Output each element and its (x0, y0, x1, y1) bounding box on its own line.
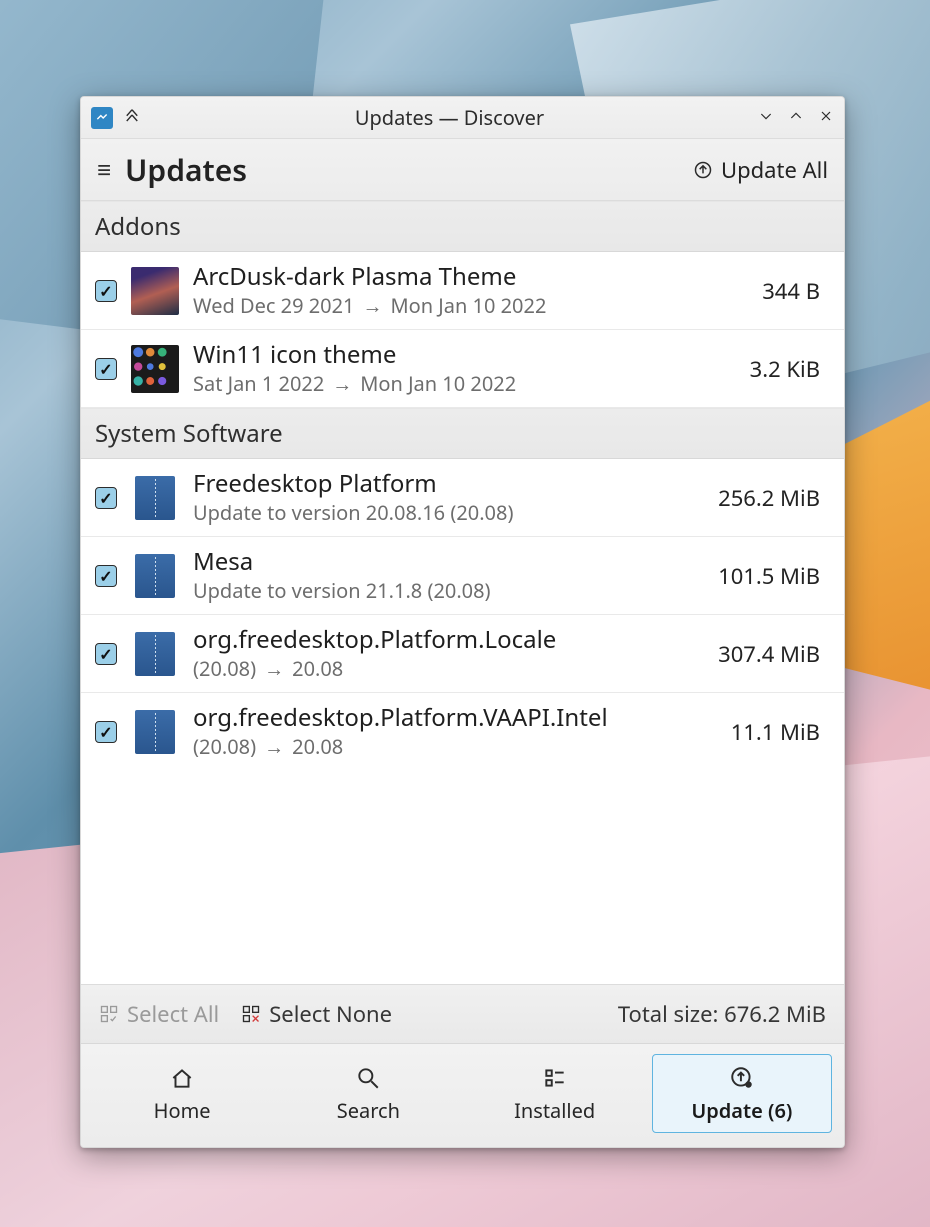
update-all-button[interactable]: Update All (693, 155, 828, 185)
package-name: org.freedesktop.Platform.VAAPI.Intel (193, 703, 717, 733)
package-subtitle: (20.08) → 20.08 (193, 733, 717, 760)
package-icon (135, 554, 175, 598)
package-subtitle: (20.08) → 20.08 (193, 655, 704, 682)
update-row[interactable]: Win11 icon theme Sat Jan 1 2022 → Mon Ja… (81, 330, 844, 408)
select-none-label: Select None (269, 999, 392, 1029)
package-name: Mesa (193, 547, 704, 577)
package-icon (131, 345, 179, 393)
nav-update[interactable]: Update (6) (652, 1054, 832, 1133)
package-name: org.freedesktop.Platform.Locale (193, 625, 704, 655)
menu-icon[interactable]: ≡ (97, 153, 111, 186)
package-name: Win11 icon theme (193, 340, 736, 370)
group-header-addons: Addons (81, 201, 844, 252)
arrow-right-icon: → (264, 655, 284, 682)
nav-update-label: Update (6) (691, 1097, 792, 1124)
package-icon (131, 267, 179, 315)
nav-home[interactable]: Home (93, 1054, 271, 1133)
package-icon (135, 476, 175, 520)
arrow-right-icon: → (363, 292, 383, 319)
discover-window: Updates — Discover ≡ Updates Update All … (80, 96, 845, 1148)
titlebar[interactable]: Updates — Discover (81, 97, 844, 139)
checkbox[interactable] (95, 358, 117, 380)
package-size: 256.2 MiB (718, 483, 830, 513)
package-subtitle: Update to version 21.1.8 (20.08) (193, 577, 704, 604)
maximize-button[interactable] (788, 107, 804, 129)
package-subtitle: Update to version 20.08.16 (20.08) (193, 499, 704, 526)
desktop-wallpaper: Updates — Discover ≡ Updates Update All … (0, 0, 930, 1227)
nav-home-label: Home (154, 1097, 211, 1124)
nav-installed-label: Installed (514, 1097, 595, 1124)
close-button[interactable] (818, 107, 834, 129)
checkbox[interactable] (95, 721, 117, 743)
package-size: 101.5 MiB (718, 561, 830, 591)
package-size: 344 B (762, 276, 830, 306)
checkbox[interactable] (95, 280, 117, 302)
nav-search-label: Search (337, 1097, 400, 1124)
update-row[interactable]: Mesa Update to version 21.1.8 (20.08) 10… (81, 537, 844, 615)
package-size: 3.2 KiB (750, 354, 830, 384)
update-all-label: Update All (721, 155, 828, 185)
nav-search[interactable]: Search (279, 1054, 457, 1133)
package-icon (135, 632, 175, 676)
minimize-button[interactable] (758, 107, 774, 129)
page-title: Updates (125, 149, 693, 190)
package-subtitle: Sat Jan 1 2022 → Mon Jan 10 2022 (193, 370, 736, 397)
package-icon (135, 710, 175, 754)
package-size: 307.4 MiB (718, 639, 830, 669)
arrow-right-icon: → (332, 370, 352, 397)
select-all-label: Select All (127, 999, 219, 1029)
select-none-button[interactable]: Select None (241, 999, 392, 1029)
update-row[interactable]: org.freedesktop.Platform.VAAPI.Intel (20… (81, 693, 844, 770)
update-row[interactable]: org.freedesktop.Platform.Locale (20.08) … (81, 615, 844, 693)
page-header: ≡ Updates Update All (81, 139, 844, 201)
package-size: 11.1 MiB (731, 717, 830, 747)
checkbox[interactable] (95, 487, 117, 509)
total-size-label: Total size: 676.2 MiB (618, 999, 826, 1029)
update-row[interactable]: ArcDusk-dark Plasma Theme Wed Dec 29 202… (81, 252, 844, 330)
window-title: Updates — Discover (141, 104, 758, 131)
package-subtitle: Wed Dec 29 2021 → Mon Jan 10 2022 (193, 292, 748, 319)
arrow-right-icon: → (264, 733, 284, 760)
selection-bar: Select All Select None Total size: 676.2… (81, 984, 844, 1043)
package-name: ArcDusk-dark Plasma Theme (193, 262, 748, 292)
group-header-system: System Software (81, 408, 844, 459)
app-icon (91, 107, 113, 129)
updates-list[interactable]: Addons ArcDusk-dark Plasma Theme Wed Dec… (81, 201, 844, 984)
bottom-nav: Home Search Installed Update (6) (81, 1043, 844, 1147)
nav-installed[interactable]: Installed (466, 1054, 644, 1133)
checkbox[interactable] (95, 643, 117, 665)
package-name: Freedesktop Platform (193, 469, 704, 499)
keep-above-icon[interactable] (123, 106, 141, 129)
checkbox[interactable] (95, 565, 117, 587)
select-all-button[interactable]: Select All (99, 999, 219, 1029)
update-row[interactable]: Freedesktop Platform Update to version 2… (81, 459, 844, 537)
